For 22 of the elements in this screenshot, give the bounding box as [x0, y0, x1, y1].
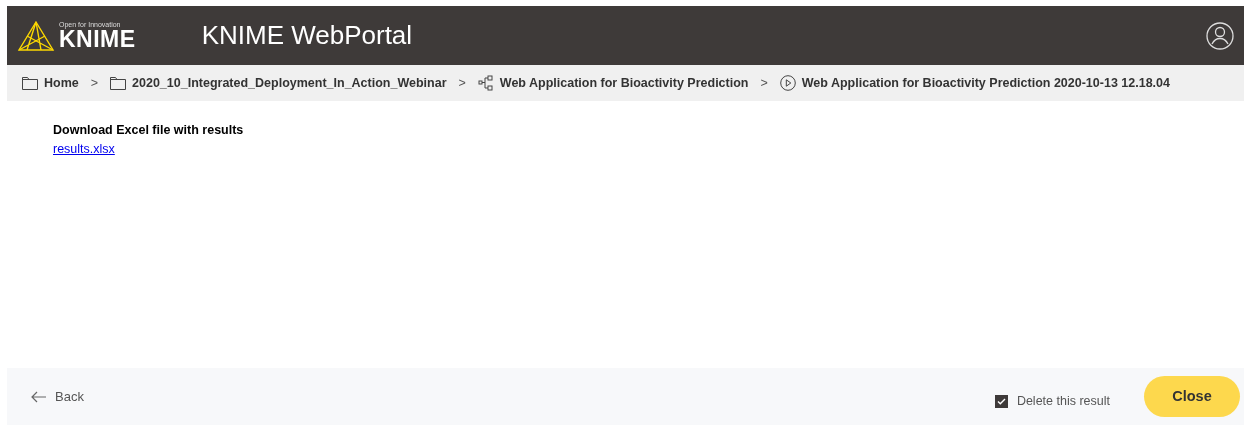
- user-icon[interactable]: [1206, 21, 1234, 50]
- breadcrumb-item[interactable]: Home: [44, 73, 79, 93]
- checkbox-label: Delete this result: [1016, 393, 1110, 411]
- logo-icon: [17, 19, 55, 52]
- breadcrumb-item[interactable]: Web Application for Bioactivity Prediction: [499, 73, 749, 93]
- arrow-left-icon: [31, 390, 47, 403]
- breadcrumb-item[interactable]: Web Application for Bioactivity Prediction 2020-10-13 12.18.04: [801, 73, 1170, 93]
- content-heading: Download Excel file with results: [53, 122, 244, 139]
- delete-checkbox[interactable]: [994, 395, 1008, 408]
- breadcrumb-separator: >: [458, 74, 466, 92]
- folder-icon: [22, 76, 38, 90]
- back-button[interactable]: Back: [31, 386, 84, 407]
- folder-icon: [110, 76, 127, 90]
- logo-text: KNIME: [59, 27, 136, 51]
- play-icon: [779, 75, 796, 91]
- breadcrumb-item[interactable]: 2020_10_Integrated_Deployment_In_Action_Webinar: [132, 73, 447, 93]
- app-title: KNIME WebPortal: [201, 19, 413, 52]
- close-button[interactable]: Close: [1144, 376, 1240, 417]
- breadcrumb-separator: >: [760, 74, 768, 92]
- workflow-icon: [477, 75, 494, 91]
- download-link[interactable]: results.xlsx: [53, 139, 115, 159]
- breadcrumb-separator: >: [90, 74, 99, 92]
